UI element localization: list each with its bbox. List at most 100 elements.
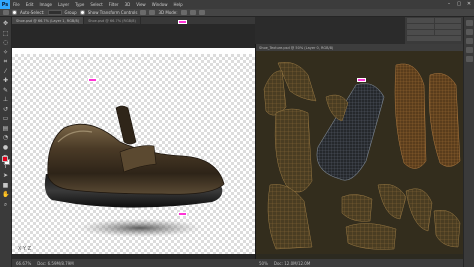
zoom-icon[interactable]: ⌕ — [2, 201, 9, 208]
stamp-icon[interactable]: ⊥ — [2, 96, 9, 103]
left-zoom-level[interactable]: 66.67% — [16, 261, 31, 266]
menu-filter[interactable]: Filter — [106, 2, 122, 7]
menu-3d[interactable]: 3D — [122, 2, 134, 7]
menu-layer[interactable]: Layer — [55, 2, 72, 7]
marker — [88, 78, 97, 82]
maximize-button[interactable]: ▢ — [456, 1, 462, 7]
marker — [357, 78, 366, 82]
tools-panel: ✥ ⬚ ◌ ✧ ⌗ ⁄ ✚ ✎ ⊥ ↺ ▭ ▤ ◔ ● ✒ T ➤ ■ ✋ ⌕ — [0, 17, 12, 267]
menu-type[interactable]: Type — [72, 2, 87, 7]
shape-icon[interactable]: ■ — [2, 182, 9, 189]
right-status-bar: 50% Doc: 12.0M/12.0M — [255, 259, 463, 267]
marker — [178, 20, 187, 24]
marker — [178, 212, 187, 216]
rotate-3d-icon[interactable] — [180, 10, 187, 15]
hand-icon[interactable]: ✋ — [2, 191, 9, 198]
uv-texture-document[interactable]: Shoe_Texture.psd @ 50% (Layer 0, RGB/8) — [255, 44, 464, 259]
uv-island-quarter[interactable] — [267, 184, 313, 250]
tab-shoe[interactable]: Shoe.psd @ 66.7% (RGB/8) — [84, 17, 141, 24]
menu-help[interactable]: Help — [170, 2, 185, 7]
roll-3d-icon[interactable] — [189, 10, 196, 15]
panel-control[interactable] — [407, 36, 461, 41]
layers-panel-icon[interactable] — [465, 20, 473, 26]
shoe-document[interactable]: X Y Z — [12, 24, 255, 259]
dodge-icon[interactable]: ● — [2, 144, 9, 151]
history-panel-icon[interactable] — [465, 56, 473, 62]
transform-controls-label: Show Transform Controls — [87, 10, 138, 15]
shoe-tongue — [115, 105, 137, 145]
panel-row — [407, 30, 461, 35]
adjustments-panel-icon[interactable] — [465, 47, 473, 53]
panel-control[interactable] — [434, 30, 461, 35]
pan-3d-icon[interactable] — [198, 10, 205, 15]
foreground-color-swatch[interactable] — [2, 156, 8, 162]
auto-select-label: Auto-Select: — [20, 10, 45, 15]
menu-view[interactable]: View — [133, 2, 149, 7]
panel-dock — [463, 17, 474, 267]
uv-island-strap[interactable] — [341, 194, 373, 222]
auto-select-dropdown[interactable] — [47, 10, 62, 15]
heal-icon[interactable]: ✚ — [2, 77, 9, 84]
auto-select-checkbox[interactable] — [12, 10, 17, 15]
right-doc-size: Doc: 12.0M/12.0M — [273, 260, 311, 266]
history-brush-icon[interactable]: ↺ — [2, 106, 9, 113]
uv-island-heel-cap[interactable] — [433, 210, 461, 248]
tab-shoe-layer[interactable]: Shoe.psd @ 66.7% (Layer 1, RGB/8) — [12, 17, 85, 24]
window-controls: – ▢ ✕ — [446, 1, 472, 7]
uv-island-welt[interactable] — [345, 223, 397, 250]
uv-island-toe-cap[interactable] — [405, 188, 433, 232]
path-select-icon[interactable]: ➤ — [2, 172, 9, 179]
left-status-bar: 66.67% Doc: 6.59M/8.79M — [12, 259, 255, 267]
minimize-button[interactable]: – — [446, 1, 452, 7]
wand-icon[interactable]: ✧ — [2, 49, 9, 56]
menu-edit[interactable]: Edit — [23, 2, 37, 7]
menu-bar: Ps File Edit Image Layer Type Select Fil… — [0, 0, 474, 9]
crop-icon[interactable]: ⌗ — [2, 58, 9, 65]
distribute-icon[interactable] — [149, 10, 156, 15]
close-button[interactable]: ✕ — [466, 1, 472, 7]
transform-controls-checkbox[interactable] — [79, 10, 85, 15]
menu-file[interactable]: File — [10, 2, 23, 7]
uv-island-vamp[interactable] — [274, 108, 313, 193]
3d-axis-widget[interactable]: X Y Z — [18, 246, 31, 252]
eraser-icon[interactable]: ▭ — [2, 115, 9, 122]
uv-island-side[interactable] — [263, 70, 287, 116]
menu-window[interactable]: Window — [149, 2, 171, 7]
align-icon[interactable] — [140, 10, 147, 15]
panel-row — [407, 24, 461, 29]
panel-control[interactable] — [407, 18, 434, 23]
move-tool-icon[interactable] — [3, 10, 9, 15]
move-icon[interactable]: ✥ — [2, 20, 9, 27]
uv-island-buckle[interactable] — [377, 184, 407, 220]
left-doc-size: Doc: 6.59M/8.79M — [37, 260, 74, 266]
uv-island-lining[interactable] — [428, 73, 461, 167]
panel-control[interactable] — [434, 24, 461, 29]
lasso-icon[interactable]: ◌ — [2, 39, 9, 46]
panel-control[interactable] — [407, 30, 434, 35]
gradient-icon[interactable]: ▤ — [2, 125, 9, 132]
menu-select[interactable]: Select — [87, 2, 105, 7]
panel-control[interactable] — [434, 18, 461, 23]
panel-row — [407, 36, 461, 41]
panel-control[interactable] — [407, 24, 434, 29]
group-label: Group — [64, 10, 77, 15]
eyedropper-icon[interactable]: ⁄ — [2, 68, 9, 75]
paths-panel-icon[interactable] — [465, 38, 473, 44]
blur-icon[interactable]: ◔ — [2, 134, 9, 141]
properties-panel — [405, 17, 463, 44]
menu-image[interactable]: Image — [36, 2, 55, 7]
shoe-shadow — [78, 219, 202, 237]
brush-icon[interactable]: ✎ — [2, 87, 9, 94]
photoshop-window: Ps File Edit Image Layer Type Select Fil… — [0, 0, 474, 267]
uv-island-insole[interactable] — [394, 63, 427, 169]
app-logo: Ps — [0, 0, 10, 9]
shoe-render[interactable] — [12, 24, 255, 259]
panel-row — [407, 18, 461, 23]
channels-panel-icon[interactable] — [465, 29, 473, 35]
right-zoom-level[interactable]: 50% — [259, 261, 268, 266]
marquee-icon[interactable]: ⬚ — [2, 30, 9, 37]
3d-mode-label: 3D Mode: — [158, 10, 178, 15]
uv-window-title[interactable]: Shoe_Texture.psd @ 50% (Layer 0, RGB/8) — [256, 44, 464, 51]
document-tabs: Shoe.psd @ 66.7% (Layer 1, RGB/8) Shoe.p… — [12, 17, 255, 24]
options-bar: Auto-Select: Group Show Transform Contro… — [0, 9, 474, 17]
